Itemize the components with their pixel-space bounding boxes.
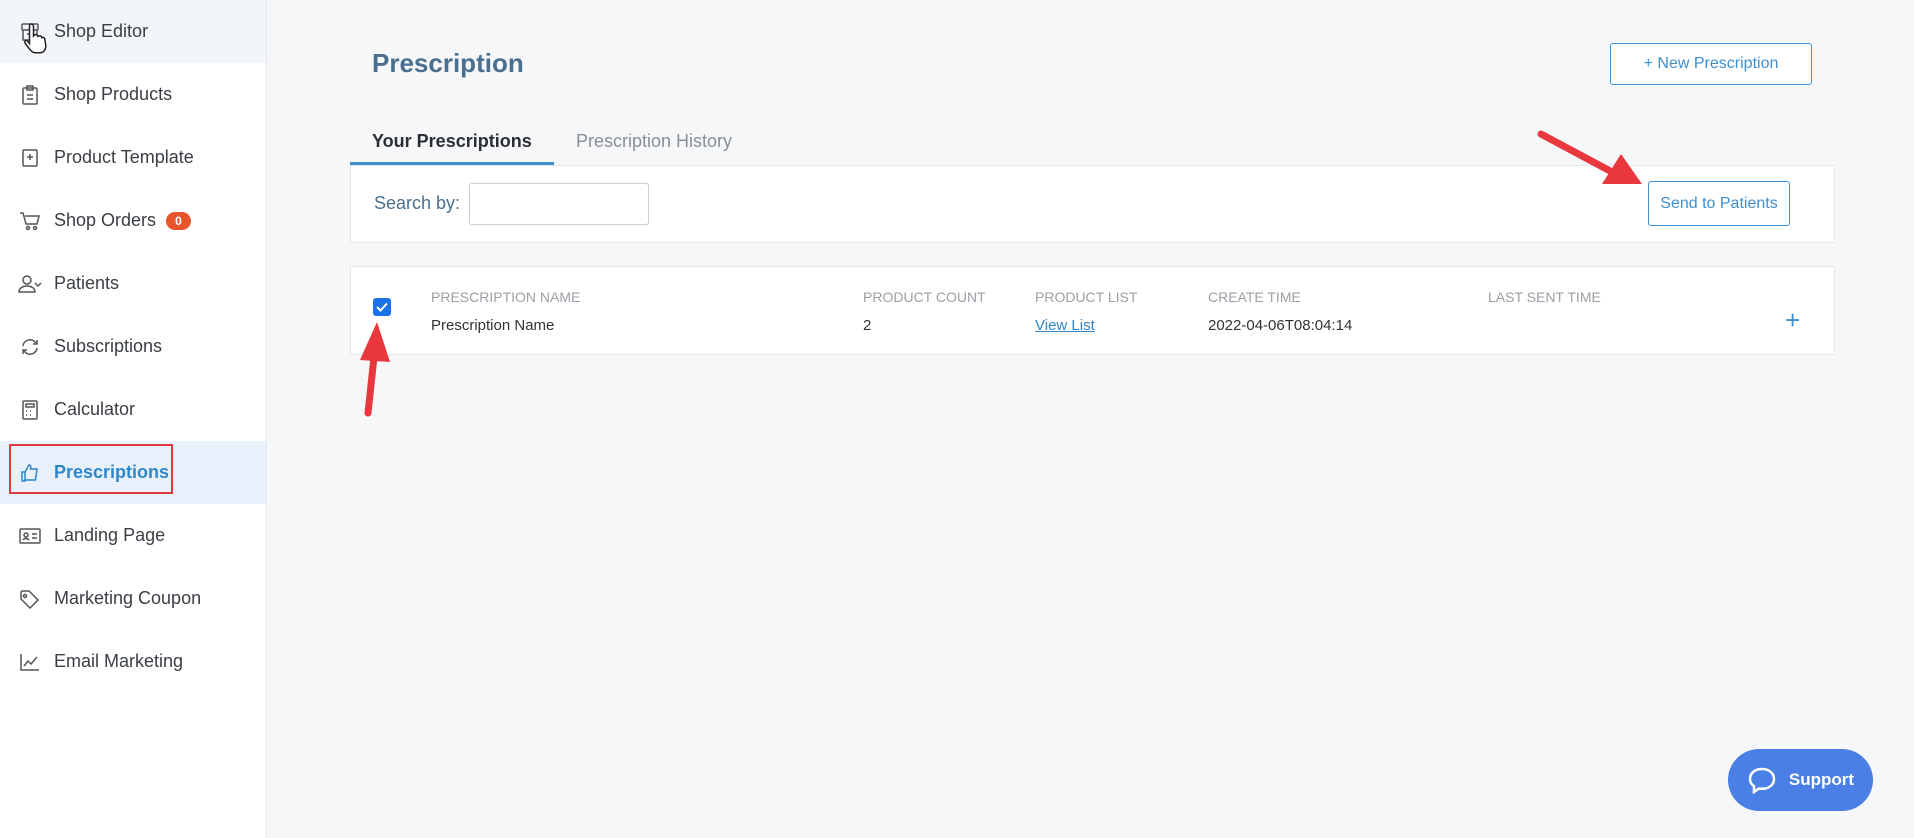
sidebar-item-calculator[interactable]: Calculator (0, 378, 266, 441)
send-to-patients-button[interactable]: Send to Patients (1648, 181, 1790, 226)
sidebar-item-email-marketing[interactable]: Email Marketing (0, 630, 266, 693)
row-checkbox[interactable] (373, 298, 391, 316)
sidebar-item-label: Marketing Coupon (54, 588, 202, 608)
cell-product-count: 2 (863, 317, 872, 334)
column-header-name: PRESCRIPTION NAME (431, 289, 581, 305)
thumbs-up-icon (18, 461, 42, 485)
tag-icon (18, 587, 42, 611)
sidebar-item-label: Prescriptions (54, 462, 170, 482)
sidebar-item-prescriptions[interactable]: Prescriptions (0, 441, 266, 504)
calculator-icon (18, 398, 42, 422)
sidebar-item-label: Patients (54, 273, 120, 293)
template-icon (18, 146, 42, 170)
view-list-link[interactable]: View List (1035, 317, 1095, 334)
cell-create-time: 2022-04-06T08:04:14 (1208, 317, 1353, 334)
sidebar-item-product-template[interactable]: Product Template (0, 126, 266, 189)
refresh-icon (18, 335, 42, 359)
page-title: Prescription (372, 48, 524, 78)
sidebar-item-label: Product Template (54, 147, 194, 167)
prescription-table: PRESCRIPTION NAME PRODUCT COUNT PRODUCT … (350, 266, 1835, 355)
column-header-list: PRODUCT LIST (1035, 289, 1138, 305)
sidebar-item-label: Shop Products (54, 84, 173, 104)
search-panel: Search by: Send to Patients (350, 165, 1835, 243)
annotation-arrows (360, 130, 1642, 417)
clipboard-icon (18, 83, 42, 107)
new-prescription-button[interactable]: + New Prescription (1610, 43, 1812, 85)
sidebar-item-label: Shop Editor (54, 21, 149, 41)
expand-plus-icon[interactable]: + (1785, 307, 1800, 333)
cart-icon (18, 209, 42, 233)
sidebar-item-label: Shop Orders (54, 210, 157, 230)
sidebar-item-shop-orders[interactable]: Shop Orders 0 (0, 189, 266, 252)
tab-prescription-history[interactable]: Prescription History (576, 120, 732, 162)
id-card-icon (18, 524, 42, 548)
search-label: Search by: (374, 193, 461, 213)
sidebar-item-label: Calculator (54, 399, 136, 419)
sidebar-item-marketing-coupon[interactable]: Marketing Coupon (0, 567, 266, 630)
support-label: Support (1788, 770, 1855, 789)
sidebar-item-subscriptions[interactable]: Subscriptions (0, 315, 266, 378)
sidebar-item-landing-page[interactable]: Landing Page (0, 504, 266, 567)
search-input[interactable] (469, 183, 649, 225)
check-icon (376, 302, 388, 312)
sidebar-item-patients[interactable]: Patients (0, 252, 266, 315)
sidebar: Shop Editor Shop Products Product Templa… (0, 0, 267, 838)
orders-count-badge: 0 (166, 211, 191, 230)
column-header-create-time: CREATE TIME (1208, 289, 1301, 305)
column-header-count: PRODUCT COUNT (863, 289, 986, 305)
users-icon (18, 272, 42, 296)
column-header-last-sent: LAST SENT TIME (1488, 289, 1601, 305)
chart-line-icon (18, 650, 42, 674)
sidebar-item-label: Landing Page (54, 525, 166, 545)
chat-bubble-icon (1748, 767, 1776, 794)
tab-your-prescriptions[interactable]: Your Prescriptions (350, 120, 554, 165)
cell-prescription-name: Prescription Name (431, 317, 555, 334)
hand-cursor-icon (23, 23, 47, 54)
sidebar-item-label: Email Marketing (54, 651, 184, 671)
sidebar-item-shop-products[interactable]: Shop Products (0, 63, 266, 126)
sidebar-item-label: Subscriptions (54, 336, 163, 356)
support-button[interactable]: Support (1728, 749, 1873, 811)
